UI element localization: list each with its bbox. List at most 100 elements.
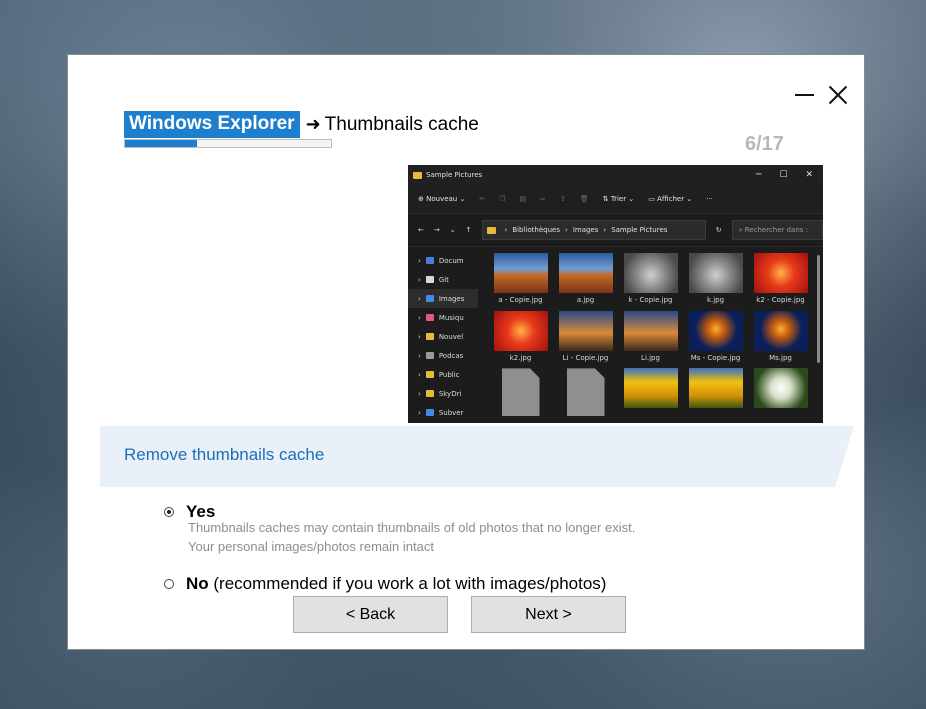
explorer-file-item: k.jpg: [683, 253, 748, 307]
explorer-address-row: ← → ⌄ ↑ › Bibliothèques › Images › Sample P…: [408, 214, 823, 247]
explorer-search-box: ⌕ Rechercher dans :: [731, 220, 823, 240]
no-radio[interactable]: [164, 579, 174, 589]
close-button[interactable]: [828, 85, 848, 105]
image-thumbnail: [753, 368, 808, 409]
file-name: Ms.jpg: [769, 353, 792, 362]
yes-radio[interactable]: [164, 507, 174, 517]
chevron-right-icon: ›: [418, 313, 421, 322]
explorer-file-item: k2.jpg: [488, 310, 553, 365]
folder-icon: [425, 390, 434, 397]
file-settings-icon: [566, 368, 605, 417]
delete-icon: 🗑: [579, 195, 589, 203]
folder-icon: [486, 226, 496, 234]
copy-icon: ❐: [499, 195, 506, 203]
image-thumbnail: [688, 310, 743, 351]
no-label[interactable]: No (recommended if you work a lot with i…: [186, 574, 606, 594]
chevron-right-icon: ›: [418, 370, 421, 379]
image-thumbnail: [558, 253, 613, 293]
explorer-nav-item: › Subver: [418, 408, 464, 417]
minimize-icon: ─: [755, 170, 762, 180]
step-counter: 6/17: [745, 133, 784, 155]
progress-fill: [125, 140, 198, 147]
title-text: Thumbnails cache: [324, 113, 479, 135]
yes-description-1: Thumbnails caches may contain thumbnails…: [188, 520, 636, 535]
explorer-scrollbar: [817, 255, 820, 363]
explorer-screenshot: Sample Pictures ─ ☐ ✕ ⊕ Nouveau ⌄ ✂ ❐ ▤ …: [408, 165, 823, 423]
image-thumbnail: [623, 310, 678, 351]
explorer-file-item: k2 - Copie.jpg: [748, 253, 813, 307]
explorer-file-item: Li.jpg: [618, 310, 683, 365]
explorer-file-item: [748, 368, 813, 422]
explorer-nav-item: › Git: [418, 275, 449, 284]
chevron-down-icon: ⌄: [449, 226, 456, 234]
close-icon: ✕: [805, 170, 813, 180]
rename-icon: ⇨: [540, 195, 546, 203]
explorer-file-item: Ms - Copie.jpg: [683, 310, 748, 365]
chevron-right-icon: ›: [418, 256, 421, 265]
explorer-window-buttons: ─ ☐ ✕: [756, 170, 823, 180]
new-button: ⊕ Nouveau ⌄: [418, 195, 466, 203]
image-thumbnail: [753, 310, 808, 351]
chevron-right-icon: ›: [418, 408, 421, 417]
wizard-dialog: Windows Explorer ➜ Thumbnails cache 6/17…: [67, 54, 865, 650]
explorer-file-item: [683, 368, 748, 422]
explorer-file-item: a.jpg: [553, 253, 618, 307]
folder-icon: [425, 257, 434, 264]
image-thumbnail: [623, 253, 678, 293]
file-name: k2.jpg: [509, 353, 532, 362]
explorer-nav-pane: › Docum › Git › Images › Musiqu › Nouvel › Podcas › P…: [408, 247, 478, 422]
file-name: k2 - Copie.jpg: [756, 296, 805, 304]
more-icon: ···: [706, 195, 713, 203]
explorer-file-item: Li - Copie.jpg: [553, 310, 618, 365]
image-thumbnail: [493, 253, 548, 293]
folder-icon: [425, 371, 434, 378]
explorer-file-item: [618, 368, 683, 422]
back-arrow-icon: ←: [418, 226, 424, 234]
forward-arrow-icon: →: [433, 226, 440, 234]
explorer-file-item: [553, 368, 618, 422]
refresh-icon: ↻: [715, 226, 722, 234]
file-name: k - Copie.jpg: [628, 296, 673, 304]
folder-icon: [413, 171, 422, 179]
folder-icon: [425, 276, 434, 283]
explorer-toolbar: ⊕ Nouveau ⌄ ✂ ❐ ▤ ⇨ ⇪ 🗑 ⇅ Trier ⌄ ▭ Affi…: [408, 185, 823, 214]
image-thumbnail: [623, 368, 678, 409]
explorer-nav-item: › Public: [418, 370, 460, 379]
folder-icon: [425, 314, 434, 321]
page-title: Windows Explorer ➜ Thumbnails cache: [124, 111, 479, 138]
image-thumbnail: [688, 368, 743, 409]
section-banner: Remove thumbnails cache: [100, 426, 854, 487]
next-button[interactable]: Next >: [471, 596, 626, 633]
folder-icon: [425, 352, 434, 359]
share-icon: ⇪: [559, 195, 566, 203]
file-name: Li.jpg: [641, 353, 660, 362]
chevron-right-icon: ›: [418, 294, 421, 303]
chevron-right-icon: ›: [418, 275, 421, 284]
image-thumbnail: [558, 310, 613, 351]
file-name: a - Copie.jpg: [498, 296, 543, 304]
image-thumbnail: [753, 253, 808, 293]
minimize-button[interactable]: [795, 83, 814, 96]
file-name: a.jpg: [576, 296, 595, 304]
section-title: Remove thumbnails cache: [124, 445, 325, 464]
explorer-nav-item: › Musiqu: [418, 313, 464, 322]
explorer-titlebar: Sample Pictures ─ ☐ ✕: [408, 165, 823, 185]
chevron-right-icon: ›: [418, 332, 421, 341]
folder-icon: [425, 295, 434, 302]
file-name: Ms - Copie.jpg: [690, 353, 741, 362]
explorer-nav-item: › Images: [408, 289, 478, 308]
back-button[interactable]: < Back: [293, 596, 448, 633]
explorer-window-title: Sample Pictures: [426, 171, 483, 179]
maximize-icon: ☐: [779, 170, 788, 180]
folder-icon: [425, 333, 434, 340]
explorer-file-item: [488, 368, 553, 422]
explorer-file-item: Ms.jpg: [748, 310, 813, 365]
image-thumbnail: [493, 310, 548, 351]
file-settings-icon: [501, 368, 540, 417]
explorer-nav-item: › Podcas: [418, 351, 464, 360]
chevron-right-icon: ›: [418, 389, 421, 398]
view-button: ▭ Afficher ⌄: [648, 195, 693, 203]
yes-label[interactable]: Yes: [186, 502, 215, 522]
folder-icon: [425, 409, 434, 416]
explorer-nav-item: › Nouvel: [418, 332, 464, 341]
